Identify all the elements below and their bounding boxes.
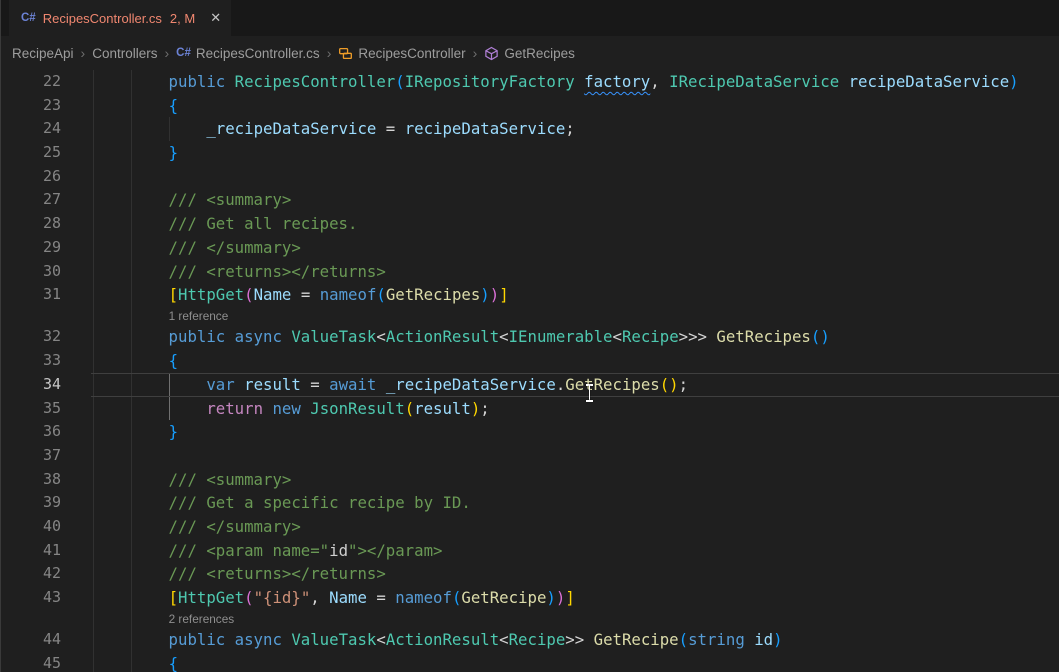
line-number[interactable]: 36	[1, 420, 61, 444]
code-line[interactable]: 23 {	[1, 94, 1059, 118]
code-line[interactable]: 35 return new JsonResult(result);	[1, 397, 1059, 421]
code-line[interactable]: 32 public async ValueTask<ActionResult<I…	[1, 325, 1059, 349]
codelens-reference[interactable]: 1 reference	[1, 307, 1059, 326]
line-number[interactable]: 38	[1, 468, 61, 492]
code-text: /// <summary>	[93, 188, 291, 212]
code-line[interactable]: 31 [HttpGet(Name = nameof(GetRecipes))]	[1, 283, 1059, 307]
vscode-window: C# RecipesController.cs 2, M ✕ RecipeApi…	[0, 0, 1059, 672]
code-line[interactable]: 44 public async ValueTask<ActionResult<R…	[1, 628, 1059, 652]
line-number[interactable]: 28	[1, 212, 61, 236]
line-number[interactable]: 39	[1, 491, 61, 515]
code-line[interactable]: 42 /// <returns></returns>	[1, 562, 1059, 586]
close-icon[interactable]: ✕	[210, 10, 221, 26]
tab-status-badge: 2, M	[170, 11, 195, 26]
code-text: _recipeDataService = recipeDataService;	[93, 117, 575, 141]
line-number[interactable]: 35	[1, 397, 61, 421]
code-text: /// </summary>	[93, 236, 301, 260]
breadcrumb-label: RecipesController	[358, 46, 465, 61]
code-line[interactable]: 40 /// </summary>	[1, 515, 1059, 539]
code-text: {	[93, 652, 178, 672]
code-text: /// <summary>	[93, 468, 291, 492]
code-text: }	[93, 420, 178, 444]
breadcrumb-label: RecipeApi	[12, 46, 74, 61]
line-number[interactable]: 30	[1, 260, 61, 284]
code-text: {	[93, 94, 178, 118]
breadcrumb-item-getrecipes[interactable]: GetRecipes	[484, 46, 575, 61]
chevron-right-icon: ›	[165, 45, 170, 61]
line-number[interactable]: 23	[1, 94, 61, 118]
line-number[interactable]: 40	[1, 515, 61, 539]
line-number[interactable]: 27	[1, 188, 61, 212]
code-line[interactable]: 29 /// </summary>	[1, 236, 1059, 260]
code-line[interactable]: 38 /// <summary>	[1, 468, 1059, 492]
breadcrumb-label: GetRecipes	[504, 46, 575, 61]
tab-label: RecipesController.cs	[43, 11, 162, 26]
breadcrumb-label: RecipesController.cs	[196, 46, 320, 61]
csharp-file-icon: C#	[21, 10, 36, 26]
code-text: public async ValueTask<ActionResult<Reci…	[93, 628, 783, 652]
code-line[interactable]: 30 /// <returns></returns>	[1, 260, 1059, 284]
code-line[interactable]: 33 {	[1, 349, 1059, 373]
code-text: return new JsonResult(result);	[93, 397, 490, 421]
code-line[interactable]: 24 _recipeDataService = recipeDataServic…	[1, 117, 1059, 141]
line-number[interactable]: 32	[1, 325, 61, 349]
code-text: [HttpGet("{id}", Name = nameof(GetRecipe…	[93, 586, 575, 610]
tab-bar: C# RecipesController.cs 2, M ✕	[1, 0, 1059, 36]
code-text: /// <param name="id"></param>	[93, 539, 442, 563]
code-line[interactable]: 45 {	[1, 652, 1059, 672]
breadcrumb-item-recipescontroller[interactable]: RecipesController	[338, 46, 465, 61]
line-number[interactable]: 37	[1, 444, 61, 468]
tab-recipescontroller[interactable]: C# RecipesController.cs 2, M ✕	[9, 0, 231, 36]
code-line[interactable]: 43 [HttpGet("{id}", Name = nameof(GetRec…	[1, 586, 1059, 610]
chevron-right-icon: ›	[81, 45, 86, 61]
line-number[interactable]: 22	[1, 70, 61, 94]
line-number[interactable]: 24	[1, 117, 61, 141]
line-number[interactable]: 41	[1, 539, 61, 563]
code-text: /// Get a specific recipe by ID.	[93, 491, 471, 515]
codelens-reference[interactable]: 2 references	[1, 610, 1059, 629]
breadcrumb-item-controllers[interactable]: Controllers	[92, 46, 157, 61]
line-number[interactable]: 26	[1, 165, 61, 189]
code-text: public RecipesController(IRepositoryFact…	[93, 70, 1019, 94]
class-symbol-icon	[338, 46, 353, 61]
code-line[interactable]: 26	[1, 165, 1059, 189]
line-number[interactable]: 43	[1, 586, 61, 610]
code-text: public async ValueTask<ActionResult<IEnu…	[93, 325, 830, 349]
code-text: /// Get all recipes.	[93, 212, 357, 236]
chevron-right-icon: ›	[473, 45, 478, 61]
code-line[interactable]: 39 /// Get a specific recipe by ID.	[1, 491, 1059, 515]
line-number[interactable]: 29	[1, 236, 61, 260]
chevron-right-icon: ›	[327, 45, 332, 61]
csharp-file-icon: C#	[176, 45, 191, 61]
line-number[interactable]: 45	[1, 652, 61, 672]
code-line[interactable]: 37	[1, 444, 1059, 468]
breadcrumb-label: Controllers	[92, 46, 157, 61]
line-number[interactable]: 44	[1, 628, 61, 652]
line-number[interactable]: 33	[1, 349, 61, 373]
code-text: /// <returns></returns>	[93, 562, 386, 586]
code-line[interactable]: 22 public RecipesController(IRepositoryF…	[1, 70, 1059, 94]
method-symbol-icon	[484, 46, 499, 61]
breadcrumb: RecipeApi › Controllers › C# RecipesControlle…	[1, 36, 1059, 70]
code-editor[interactable]: 22 public RecipesController(IRepositoryF…	[1, 70, 1059, 672]
code-line[interactable]: 25 }	[1, 141, 1059, 165]
line-number[interactable]: 34	[1, 373, 61, 397]
code-text: /// <returns></returns>	[93, 260, 386, 284]
code-line[interactable]: 27 /// <summary>	[1, 188, 1059, 212]
breadcrumb-item-recipeapi[interactable]: RecipeApi	[12, 46, 74, 61]
code-line[interactable]: 36 }	[1, 420, 1059, 444]
code-text: }	[93, 141, 178, 165]
code-text: /// </summary>	[93, 515, 301, 539]
code-line[interactable]: 34 var result = await _recipeDataService…	[1, 373, 1059, 397]
line-number[interactable]: 25	[1, 141, 61, 165]
code-text: var result = await _recipeDataService.Ge…	[93, 373, 688, 397]
code-line[interactable]: 28 /// Get all recipes.	[1, 212, 1059, 236]
code-line[interactable]: 41 /// <param name="id"></param>	[1, 539, 1059, 563]
breadcrumb-item-recipescontroller-cs[interactable]: C# RecipesController.cs	[176, 45, 320, 61]
line-number[interactable]: 31	[1, 283, 61, 307]
line-number[interactable]: 42	[1, 562, 61, 586]
code-text: {	[93, 349, 178, 373]
code-text: [HttpGet(Name = nameof(GetRecipes))]	[93, 283, 509, 307]
